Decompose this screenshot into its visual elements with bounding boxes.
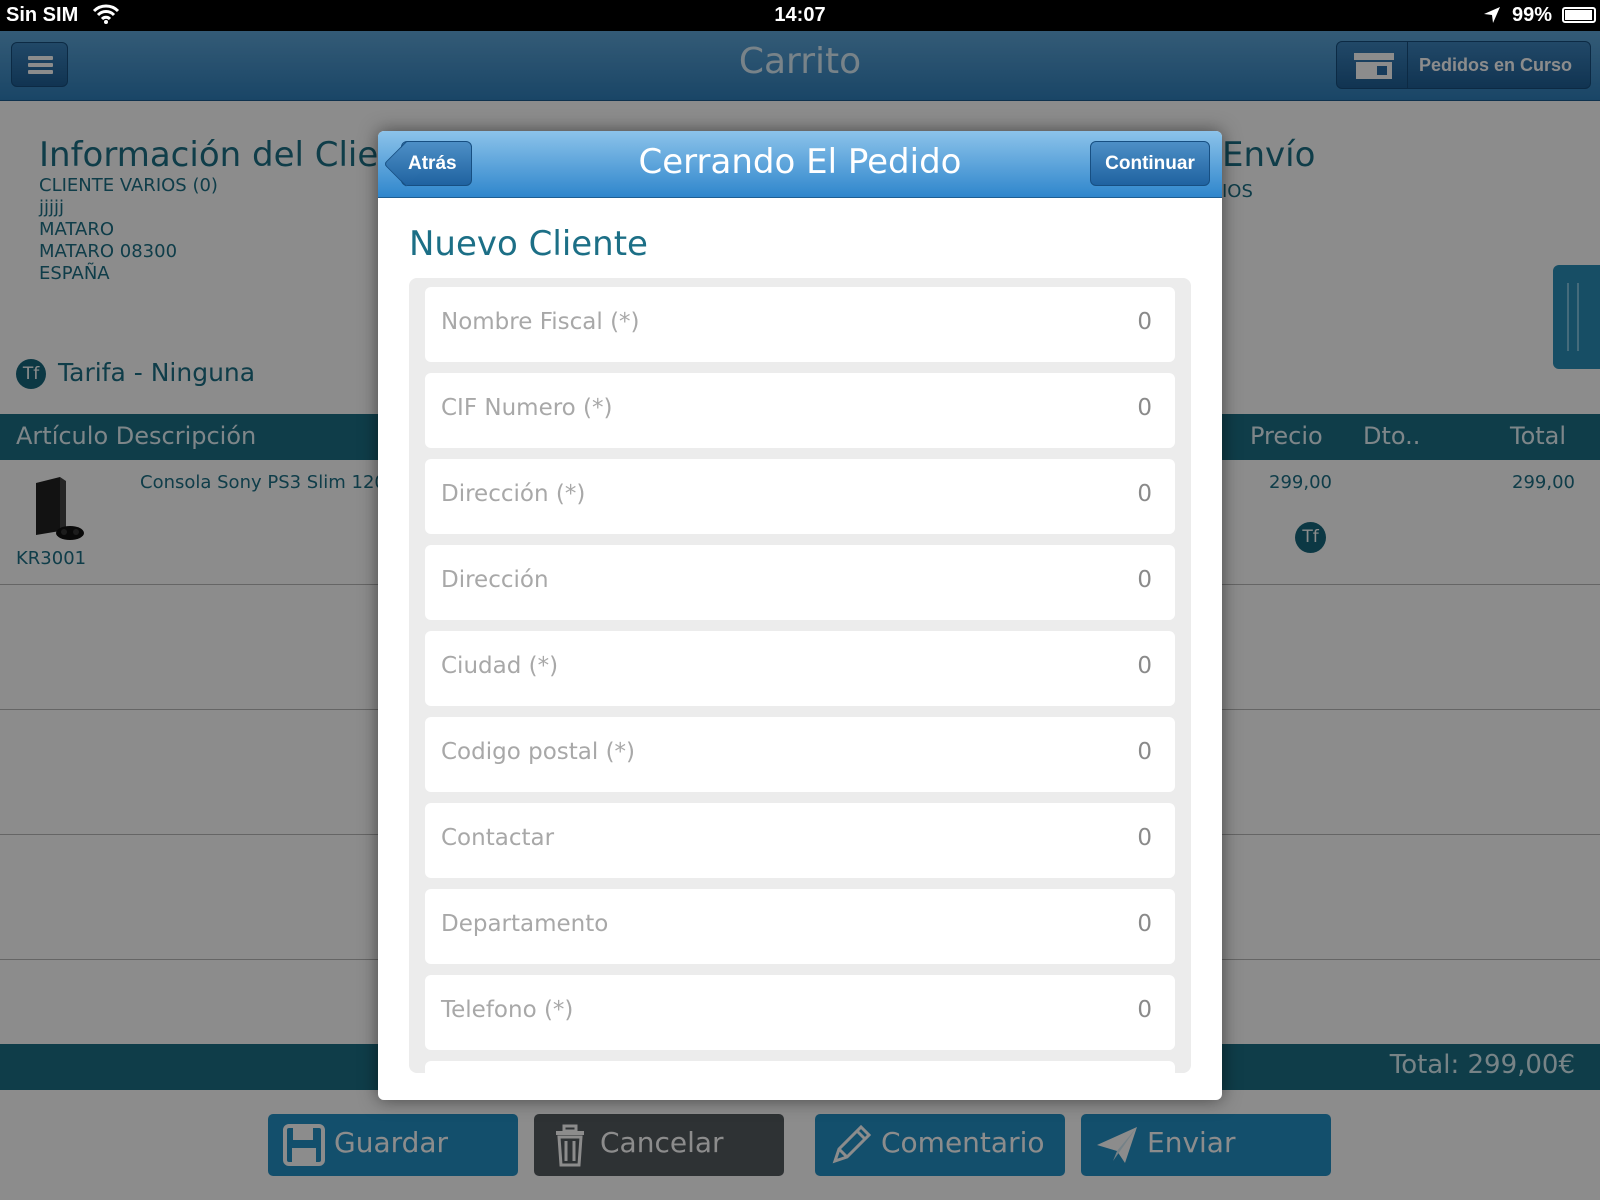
close-order-modal: Cerrando El Pedido Atrás Continuar Nuevo… (378, 131, 1222, 1100)
field-partial-next[interactable] (425, 1061, 1175, 1073)
field-contactar[interactable]: Contactar 0 (425, 803, 1175, 878)
location-icon (1484, 7, 1500, 23)
modal-header: Cerrando El Pedido Atrás Continuar (378, 131, 1222, 198)
field-cif-numero[interactable]: CIF Numero (*) 0 (425, 373, 1175, 448)
field-codigo-postal[interactable]: Codigo postal (*) 0 (425, 717, 1175, 792)
section-title: Nuevo Cliente (409, 224, 648, 264)
field-value: 0 (1137, 309, 1152, 335)
field-value: 0 (1137, 653, 1152, 679)
field-label: Nombre Fiscal (*) (441, 309, 640, 335)
field-departamento[interactable]: Departamento 0 (425, 889, 1175, 964)
status-bar: Sin SIM 14:07 99% (0, 0, 1600, 31)
field-label: Ciudad (*) (441, 653, 559, 679)
field-direccion[interactable]: Dirección 0 (425, 545, 1175, 620)
field-value: 0 (1137, 739, 1152, 765)
battery-percent: 99% (1512, 4, 1553, 26)
field-value: 0 (1137, 825, 1152, 851)
battery-icon (1562, 7, 1596, 23)
field-direccion-required[interactable]: Dirección (*) 0 (425, 459, 1175, 534)
new-client-form: Nombre Fiscal (*) 0 CIF Numero (*) 0 Dir… (409, 278, 1191, 1073)
field-nombre-fiscal[interactable]: Nombre Fiscal (*) 0 (425, 287, 1175, 362)
field-label: Dirección (441, 567, 549, 593)
field-label: Codigo postal (*) (441, 739, 636, 765)
field-value: 0 (1137, 567, 1152, 593)
field-label: Contactar (441, 825, 555, 851)
clock: 14:07 (774, 4, 826, 26)
back-label: Atrás (408, 153, 457, 174)
field-ciudad[interactable]: Ciudad (*) 0 (425, 631, 1175, 706)
field-value: 0 (1137, 997, 1152, 1023)
field-label: CIF Numero (*) (441, 395, 613, 421)
field-telefono[interactable]: Telefono (*) 0 (425, 975, 1175, 1050)
back-button[interactable]: Atrás (401, 141, 472, 186)
field-label: Dirección (*) (441, 481, 586, 507)
field-value: 0 (1137, 481, 1152, 507)
field-label: Telefono (*) (441, 997, 574, 1023)
field-value: 0 (1137, 911, 1152, 937)
field-value: 0 (1137, 395, 1152, 421)
continue-button[interactable]: Continuar (1090, 141, 1210, 186)
field-label: Departamento (441, 911, 609, 937)
